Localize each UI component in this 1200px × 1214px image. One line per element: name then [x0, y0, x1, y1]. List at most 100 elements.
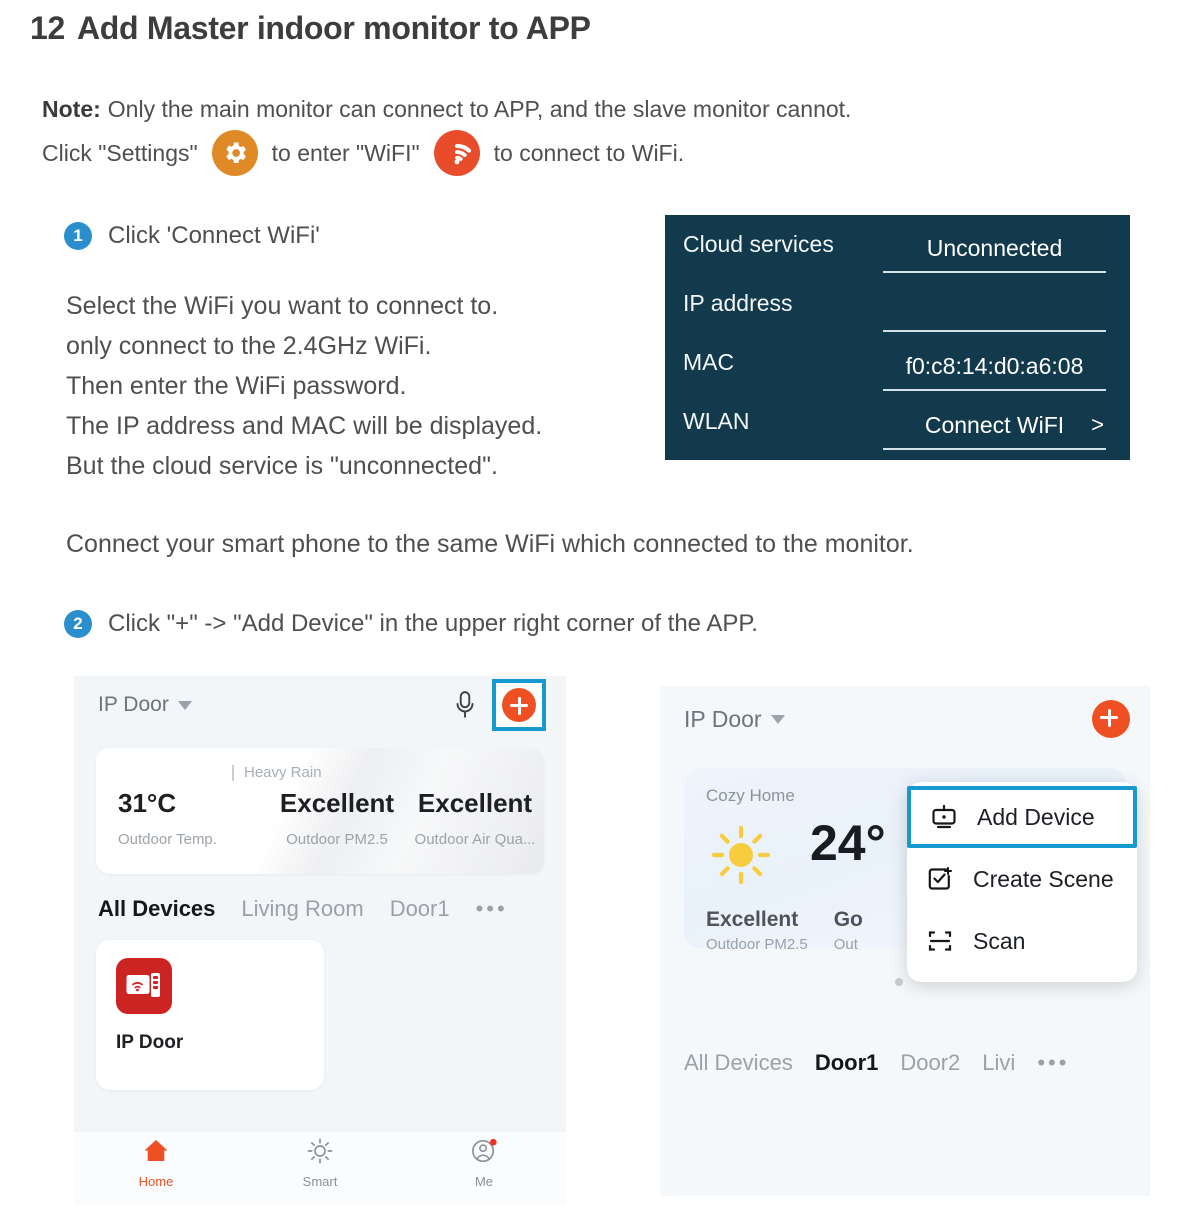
microphone-icon[interactable]: [452, 690, 478, 720]
phone-screenshot-right: IP Door Cozy Home 24° Excellent Outdoor: [660, 686, 1150, 1196]
paragraph-line: Then enter the WiFi password.: [66, 372, 407, 400]
settings-row-ip-address[interactable]: IP address: [683, 284, 1106, 343]
phone-screenshot-left: IP Door Heavy Rain 31°C Outdoor Temp. Ex…: [74, 676, 566, 1206]
settings-key: Cloud services: [683, 231, 834, 257]
weather-metric-value: Excellent: [279, 788, 395, 818]
tab-door2[interactable]: Door2: [900, 1050, 960, 1076]
tab-all-devices[interactable]: All Devices: [684, 1050, 793, 1076]
home-name-label: IP Door: [684, 705, 762, 732]
weather-metric-label: Outdoor Temp.: [118, 831, 217, 848]
page-title: 12 Add Master indoor monitor to APP: [30, 10, 591, 47]
note-label: Note:: [42, 96, 101, 122]
carousel-dot: [895, 978, 903, 986]
settings-key: MAC: [683, 349, 735, 375]
paragraph-line: only connect to the 2.4GHz WiFi.: [66, 332, 432, 360]
step-1: 1 Click 'Connect WiFi': [64, 222, 320, 250]
add-button[interactable]: [1092, 700, 1130, 738]
settings-row-wlan[interactable]: WLAN Connect WiFI >: [683, 402, 1106, 461]
divider: [232, 764, 234, 781]
step-2-badge: 2: [64, 610, 92, 638]
paragraph-line: The IP address and MAC will be displayed…: [66, 412, 543, 440]
gear-icon: [211, 130, 258, 176]
note-line-2: Click "Settings" to enter "WiFI" to conn…: [42, 130, 1142, 176]
weather-card[interactable]: Heavy Rain 31°C Outdoor Temp. Excellent …: [96, 748, 544, 874]
paragraph-line: But the cloud service is "unconnected".: [66, 452, 498, 480]
weather-metric: Excellent Outdoor PM2.5: [268, 788, 406, 848]
settings-row-cloud-services[interactable]: Cloud services Unconnected: [683, 225, 1106, 284]
more-tabs-icon[interactable]: •••: [1037, 1050, 1069, 1076]
page-title-text: Add Master indoor monitor to APP: [77, 10, 591, 46]
home-selector[interactable]: IP Door: [684, 706, 785, 733]
app-top-bar: IP Door: [74, 676, 566, 734]
air-quality-label: Out: [833, 936, 858, 953]
weather-metric-label: Outdoor PM2.5: [286, 831, 388, 848]
home-name-label: IP Door: [98, 693, 169, 716]
step-1-label: Click 'Connect WiFi': [108, 222, 320, 249]
app-top-bar: IP Door: [660, 686, 1150, 752]
settings-value: f0:c8:14:d0:a6:08: [905, 352, 1084, 379]
step-1-badge: 1: [64, 222, 92, 250]
step-2-label: Click "+" -> "Add Device" in the upper r…: [108, 610, 758, 637]
chevron-right-icon[interactable]: >: [1091, 412, 1104, 438]
nav-label: Home: [138, 1174, 174, 1189]
menu-item-create-scene[interactable]: Create Scene: [907, 848, 1137, 910]
weather-metrics: 31°C Outdoor Temp. Excellent Outdoor PM2…: [96, 788, 544, 848]
tab-living-room[interactable]: Living Room: [241, 896, 363, 922]
chevron-down-icon: [770, 714, 785, 724]
weather-metric-label: Outdoor Air Qua...: [414, 831, 536, 848]
scene-name-label: Cozy Home: [706, 786, 795, 805]
nav-item-home[interactable]: Home: [111, 1138, 201, 1189]
scan-icon: [923, 927, 957, 955]
connect-phone-paragraph: Connect your smart phone to the same WiF…: [66, 530, 914, 558]
step-2: 2 Click "+" -> "Add Device" in the upper…: [64, 610, 758, 638]
home-icon: [142, 1138, 170, 1169]
add-menu-dropdown: Add Device Create Scene Scan: [907, 782, 1137, 982]
page-title-number: 12: [30, 10, 65, 46]
air-quality-metric: Go Out: [834, 908, 863, 953]
ip-door-monitor-icon: [116, 958, 172, 1014]
more-tabs-icon[interactable]: •••: [476, 896, 508, 922]
menu-item-label: Add Device: [977, 803, 1095, 830]
sun-icon: [710, 824, 772, 891]
menu-item-scan[interactable]: Scan: [907, 910, 1137, 972]
settings-value-wrap: Unconnected: [883, 225, 1106, 273]
add-device-icon: [927, 803, 961, 831]
nav-label: Smart: [302, 1174, 338, 1189]
settings-value-wrap: Connect WiFI >: [883, 402, 1106, 450]
weather-condition-label: Heavy Rain: [244, 764, 322, 781]
home-selector[interactable]: IP Door: [98, 693, 192, 717]
tab-living-room[interactable]: Livi: [982, 1050, 1015, 1076]
weather-metric-value: Excellent: [417, 788, 533, 818]
tab-all-devices[interactable]: All Devices: [98, 896, 215, 922]
device-name-label: IP Door: [116, 1032, 184, 1053]
settings-key: WLAN: [683, 408, 750, 434]
add-button-highlight: [492, 679, 546, 731]
menu-item-label: Create Scene: [973, 865, 1114, 892]
settings-value-wrap: [883, 284, 1106, 332]
settings-value-wrap: f0:c8:14:d0:a6:08: [883, 343, 1106, 391]
chevron-down-icon: [177, 700, 192, 710]
create-scene-icon: [923, 865, 957, 893]
weather-metric-value: 31°C: [118, 788, 177, 818]
note-text-2a: Click "Settings": [42, 140, 198, 166]
sun-icon: [306, 1138, 334, 1169]
tab-door1[interactable]: Door1: [815, 1050, 879, 1076]
menu-item-add-device[interactable]: Add Device: [907, 786, 1137, 848]
air-quality-value: Excellent: [706, 908, 799, 931]
weather-condition: Heavy Rain: [232, 764, 322, 781]
nav-label: Me: [474, 1174, 494, 1189]
monitor-settings-panel: Cloud services Unconnected IP address MA…: [665, 215, 1130, 460]
note-text-2b: to enter "WiFI": [271, 140, 420, 166]
note-text-1: Only the main monitor can connect to APP…: [107, 96, 852, 122]
settings-row-mac[interactable]: MAC f0:c8:14:d0:a6:08: [683, 343, 1106, 402]
room-tabs: All Devices Living Room Door1 •••: [74, 874, 566, 922]
nav-item-smart[interactable]: Smart: [275, 1138, 365, 1189]
add-button[interactable]: [502, 688, 536, 722]
tab-door1[interactable]: Door1: [390, 896, 450, 922]
nav-item-me[interactable]: Me: [439, 1138, 529, 1189]
air-quality-metric: Excellent Outdoor PM2.5: [706, 908, 808, 953]
device-card-ip-door[interactable]: IP Door: [96, 940, 324, 1090]
weather-metric: 31°C Outdoor Temp.: [96, 788, 268, 848]
bottom-navigation: Home Smart Me: [74, 1132, 566, 1206]
menu-item-label: Scan: [973, 927, 1026, 954]
